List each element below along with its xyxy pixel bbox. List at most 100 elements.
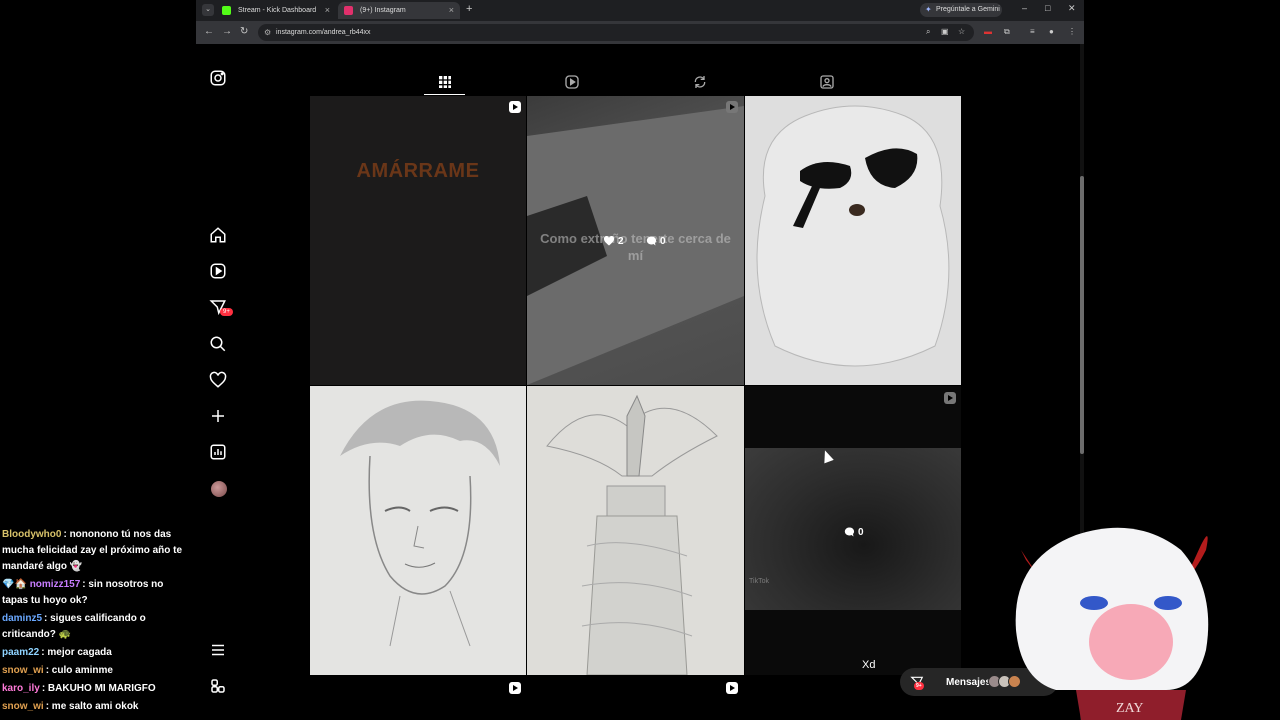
instagram-page: 9+ AMÁRRAME Como extraño tenerte cerca d… bbox=[196, 44, 1080, 720]
reel-indicator-icon bbox=[509, 682, 521, 694]
extension-record-icon[interactable]: ▬ bbox=[984, 27, 992, 36]
post-tile[interactable]: Como extraño tenerte cerca de mí 2 0 bbox=[527, 96, 744, 385]
chat-text: mejor cagada bbox=[47, 647, 112, 658]
browser-toolbar: ← → ↻ ⚙ instagram.com/andrea_rb44xx ⌕ ▣ … bbox=[196, 21, 1084, 44]
tab-bar: ⌄ Stream - Kick Dashboard × (9+) Instagr… bbox=[196, 0, 1084, 21]
post-tile[interactable] bbox=[527, 386, 744, 675]
post-tile[interactable] bbox=[310, 386, 526, 675]
tiktok-watermark: TikTok bbox=[749, 578, 769, 585]
zoom-icon[interactable]: ⌕ bbox=[926, 27, 930, 37]
tab-kick-dashboard[interactable]: Stream - Kick Dashboard × bbox=[216, 2, 336, 19]
stream-chat: Bloodywho0: nononono tú nos das mucha fe… bbox=[2, 527, 192, 717]
tagged-icon[interactable] bbox=[817, 72, 837, 92]
messages-badge: 9+ bbox=[914, 682, 924, 690]
gemini-label: Pregúntale a Gemini bbox=[936, 6, 1000, 13]
reels-icon[interactable] bbox=[208, 261, 228, 281]
messages-label: Mensajes bbox=[946, 676, 992, 688]
post-tile[interactable] bbox=[745, 96, 961, 385]
post-tile[interactable] bbox=[310, 676, 526, 720]
close-tab-icon[interactable]: × bbox=[325, 5, 330, 15]
instagram-favicon-icon bbox=[344, 6, 353, 15]
chat-text: me salto ami okok bbox=[51, 701, 139, 712]
chat-username: karo_ily bbox=[2, 683, 40, 694]
post-overlay-text: Como extraño tenerte cerca de mí bbox=[540, 231, 731, 263]
comments-count: 0 bbox=[843, 526, 864, 538]
chat-text: BAKUHO MI MARIGFO bbox=[47, 683, 156, 694]
chat-message: paam22: mejor cagada bbox=[2, 647, 112, 658]
extensions-icon[interactable]: ⧉ bbox=[1004, 27, 1010, 37]
comment-icon bbox=[646, 236, 657, 246]
pencil-drawing-panda bbox=[745, 96, 961, 385]
home-icon[interactable] bbox=[208, 225, 228, 245]
messages-badge: 9+ bbox=[220, 308, 233, 316]
chat-message: karo_ily: BAKUHO MI MARIGFO bbox=[2, 683, 156, 694]
scrollbar-thumb[interactable] bbox=[1080, 176, 1084, 454]
meta-icon[interactable] bbox=[208, 676, 228, 696]
likes-count: 2 bbox=[603, 235, 624, 247]
tab-instagram[interactable]: (9+) Instagram × bbox=[338, 2, 460, 19]
tab-title: (9+) Instagram bbox=[360, 7, 406, 14]
media-icon[interactable]: ≡ bbox=[1030, 27, 1035, 36]
reel-indicator-icon bbox=[944, 392, 956, 404]
pencil-drawing-dragon bbox=[527, 386, 744, 675]
maximize-icon[interactable]: □ bbox=[1045, 3, 1050, 13]
comments-count: 0 bbox=[645, 235, 666, 247]
comment-icon bbox=[844, 527, 855, 537]
profile-avatar-icon[interactable]: ● bbox=[1049, 27, 1054, 36]
plus-icon[interactable] bbox=[208, 406, 228, 426]
reel-indicator-icon bbox=[509, 101, 521, 113]
back-icon[interactable]: ← bbox=[204, 26, 214, 37]
likes-value: 2 bbox=[618, 235, 624, 247]
chat-text: culo aminme bbox=[51, 665, 113, 676]
pencil-drawing-portrait bbox=[310, 386, 526, 675]
chat-message: snow_wi: me salto ami okok bbox=[2, 701, 139, 712]
tab-title: Stream - Kick Dashboard bbox=[238, 7, 317, 14]
instagram-icon[interactable] bbox=[208, 68, 228, 88]
avatar[interactable] bbox=[211, 481, 227, 497]
comments-value: 0 bbox=[858, 526, 864, 538]
menu-dots-icon[interactable]: ⋮ bbox=[1068, 27, 1076, 36]
reel-indicator-icon bbox=[726, 682, 738, 694]
reel-indicator-icon bbox=[726, 101, 738, 113]
chat-text: sin nosotros no tapas tu hoyo ok? bbox=[2, 579, 164, 606]
heart-icon[interactable] bbox=[208, 370, 228, 390]
close-window-icon[interactable]: ✕ bbox=[1068, 3, 1076, 14]
gemini-button[interactable]: ✦ Pregúntale a Gemini bbox=[920, 3, 1002, 17]
reposts-icon[interactable] bbox=[690, 72, 710, 92]
search-icon[interactable] bbox=[208, 334, 228, 354]
vtuber-tag: ZAY bbox=[1116, 701, 1144, 716]
browser-window: ⌄ Stream - Kick Dashboard × (9+) Instagr… bbox=[196, 0, 1084, 720]
chat-message: 💎🏠 nomizz157: sin nosotros no tapas tu h… bbox=[2, 579, 164, 606]
chat-username: snow_wi bbox=[2, 701, 44, 712]
minimize-icon[interactable]: – bbox=[1022, 3, 1027, 13]
tab-search-icon[interactable]: ⌄ bbox=[202, 4, 214, 16]
comments-value: 0 bbox=[660, 235, 666, 247]
chat-message: Bloodywho0: nononono tú nos das mucha fe… bbox=[2, 529, 183, 572]
url-text: instagram.com/andrea_rb44xx bbox=[276, 29, 371, 36]
close-tab-icon[interactable]: × bbox=[449, 5, 454, 15]
post-tile[interactable]: TikTok 0 bbox=[745, 386, 961, 675]
heart-icon bbox=[603, 235, 615, 246]
chat-badges: 💎🏠 bbox=[2, 579, 27, 590]
forward-icon[interactable]: → bbox=[222, 26, 232, 37]
chat-message: daminz5: sigues calificando o criticando… bbox=[2, 613, 146, 640]
chat-username: nomizz157 bbox=[29, 579, 81, 590]
vtuber-avatar: ZAY bbox=[1015, 527, 1209, 720]
bookmark-star-icon[interactable]: ☆ bbox=[958, 27, 965, 36]
dashboard-icon[interactable] bbox=[208, 442, 228, 462]
posts-grid-icon[interactable] bbox=[435, 72, 455, 92]
chat-message: snow_wi: culo aminme bbox=[2, 665, 113, 676]
site-info-icon[interactable]: ⚙ bbox=[264, 24, 271, 41]
chat-username: paam22 bbox=[2, 647, 40, 658]
install-app-icon[interactable]: ▣ bbox=[941, 27, 949, 36]
chat-username: daminz5 bbox=[2, 613, 43, 624]
menu-icon[interactable] bbox=[208, 640, 228, 660]
post-tile[interactable]: AMÁRRAME bbox=[310, 96, 526, 385]
new-tab-button[interactable]: + bbox=[466, 3, 472, 15]
reels-icon[interactable] bbox=[562, 72, 582, 92]
reload-icon[interactable]: ↻ bbox=[240, 26, 248, 37]
post-overlay-text: AMÁRRAME bbox=[356, 160, 480, 182]
chat-username: Bloodywho0 bbox=[2, 529, 62, 540]
address-bar[interactable]: ⚙ instagram.com/andrea_rb44xx bbox=[258, 24, 974, 41]
post-tile[interactable] bbox=[527, 676, 744, 720]
